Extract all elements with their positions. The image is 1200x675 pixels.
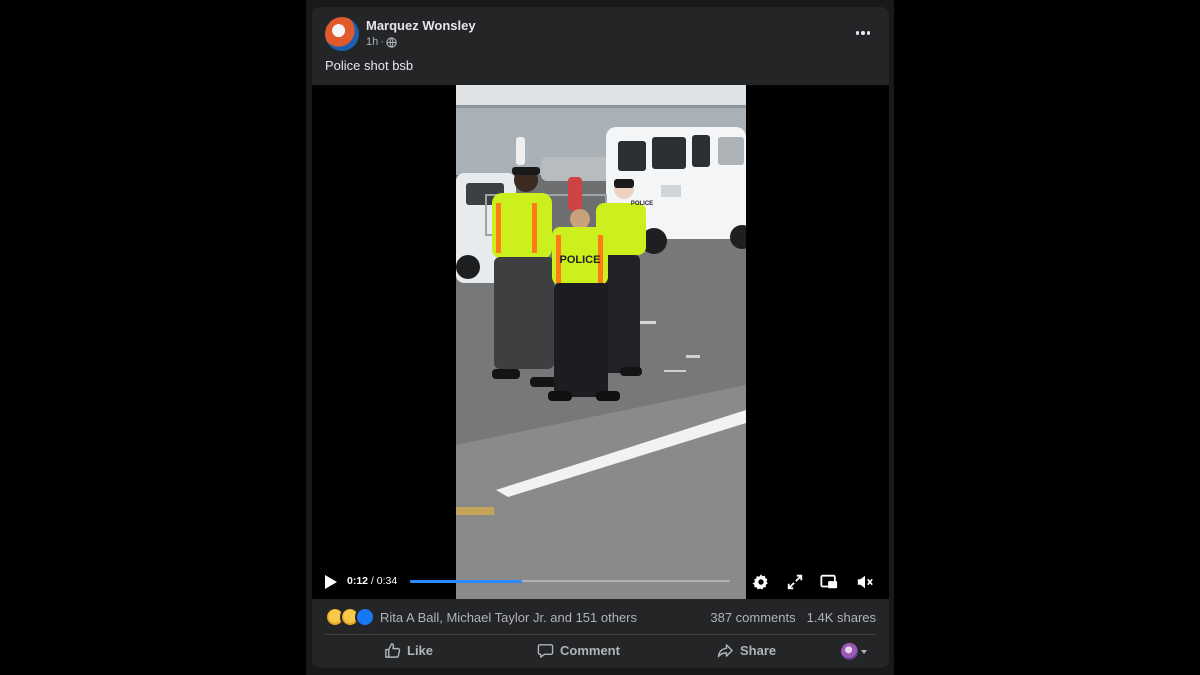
- like-button[interactable]: Like: [384, 642, 433, 659]
- divider: [325, 634, 876, 635]
- identity-avatar: [841, 643, 858, 660]
- more-options-icon[interactable]: [851, 23, 875, 43]
- share-icon: [717, 644, 733, 658]
- video-player[interactable]: POLICE POLICE 0:12 / 0:34: [312, 85, 889, 599]
- comment-label: Comment: [560, 643, 620, 658]
- shares-count[interactable]: 1.4K shares: [807, 610, 876, 625]
- reaction-identity-selector[interactable]: [841, 643, 867, 660]
- video-progress-bar[interactable]: [410, 579, 730, 583]
- like-icon: [385, 643, 401, 658]
- volume-muted-icon[interactable]: [856, 573, 874, 591]
- post-caption: Police shot bsb: [325, 58, 414, 73]
- reacted-by-text[interactable]: Rita A Ball, Michael Taylor Jr. and 151 …: [380, 610, 637, 625]
- van-police-text: POLICE: [631, 201, 653, 207]
- author-name[interactable]: Marquez Wonsley: [366, 18, 476, 33]
- video-controls: 0:12 / 0:34: [312, 565, 889, 599]
- settings-icon[interactable]: [752, 573, 770, 591]
- comment-button[interactable]: Comment: [537, 642, 620, 659]
- picture-in-picture-icon[interactable]: [820, 573, 838, 591]
- meta-separator: ·: [380, 36, 384, 48]
- globe-icon: [386, 36, 397, 48]
- reaction-summary[interactable]: Rita A Ball, Michael Taylor Jr. and 151 …: [325, 607, 637, 627]
- comment-icon: [537, 644, 554, 658]
- like-reaction-icon: [355, 607, 375, 627]
- engagement-counts: 387 comments 1.4K shares: [710, 610, 876, 625]
- video-time: 0:12 / 0:34: [347, 575, 397, 587]
- post-card: Marquez Wonsley 1h · Police shot bsb POL…: [312, 7, 889, 668]
- post-actions: Like Comment Share: [312, 639, 889, 665]
- video-frame: POLICE POLICE: [456, 85, 746, 599]
- video-progress-fill: [410, 579, 522, 583]
- post-meta: 1h ·: [366, 36, 397, 48]
- fullscreen-icon[interactable]: [786, 573, 804, 591]
- vest-police-text: POLICE: [560, 254, 601, 266]
- chevron-down-icon: [861, 649, 867, 654]
- play-icon[interactable]: [324, 574, 338, 590]
- like-label: Like: [407, 643, 434, 658]
- duration: / 0:34: [368, 575, 398, 587]
- author-avatar[interactable]: [325, 17, 359, 51]
- share-button[interactable]: Share: [717, 642, 776, 659]
- comments-count[interactable]: 387 comments: [710, 610, 795, 625]
- share-label: Share: [740, 643, 777, 658]
- current-time: 0:12: [347, 575, 369, 587]
- post-time[interactable]: 1h: [366, 36, 378, 48]
